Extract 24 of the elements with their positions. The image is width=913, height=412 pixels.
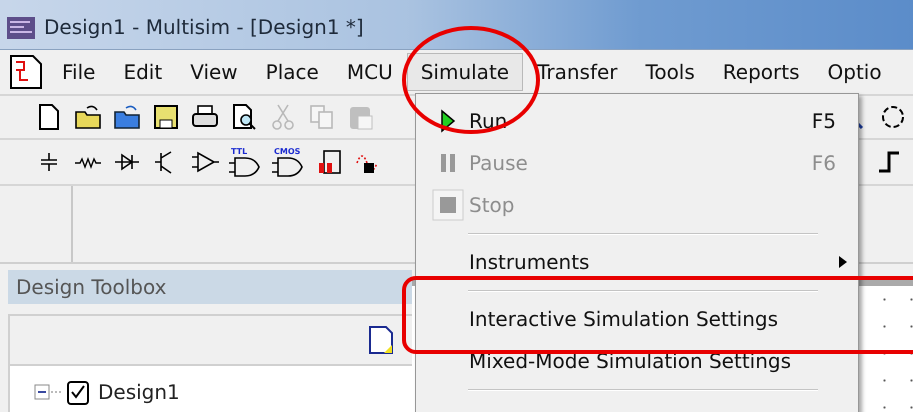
- stop-icon: [432, 189, 464, 221]
- collapse-icon[interactable]: [34, 384, 64, 400]
- menu-item[interactable]: Edit: [109, 53, 176, 91]
- panel-title: Design Toolbox: [16, 275, 166, 299]
- menu-item[interactable]: Interactive Simulation Settings: [416, 298, 858, 340]
- pause-icon: [440, 153, 456, 173]
- menu-item[interactable]: File: [48, 53, 110, 91]
- save-icon[interactable]: [151, 102, 181, 132]
- checklist-icon: [66, 378, 90, 406]
- menu-item[interactable]: Instruments: [416, 241, 858, 283]
- menu-item[interactable]: Tools: [632, 53, 709, 91]
- window-title: Design1 - Multisim - [Design1 *]: [44, 14, 364, 38]
- play-icon: [440, 109, 456, 133]
- menu-item[interactable]: Reports: [708, 53, 814, 91]
- menu-item[interactable]: View: [176, 53, 252, 91]
- menu-item[interactable]: Place: [252, 53, 333, 91]
- menu-item[interactable]: Simulate: [406, 53, 524, 91]
- new-file-icon[interactable]: [368, 325, 394, 355]
- submenu-arrow-icon: [838, 255, 848, 269]
- document-icon[interactable]: [8, 54, 44, 90]
- menu-item[interactable]: MCU: [332, 53, 407, 91]
- menu-item[interactable]: Mixed-Mode Simulation Settings: [416, 340, 858, 382]
- tree-item[interactable]: Design1: [98, 380, 180, 404]
- menu-item[interactable]: Optio: [814, 53, 896, 91]
